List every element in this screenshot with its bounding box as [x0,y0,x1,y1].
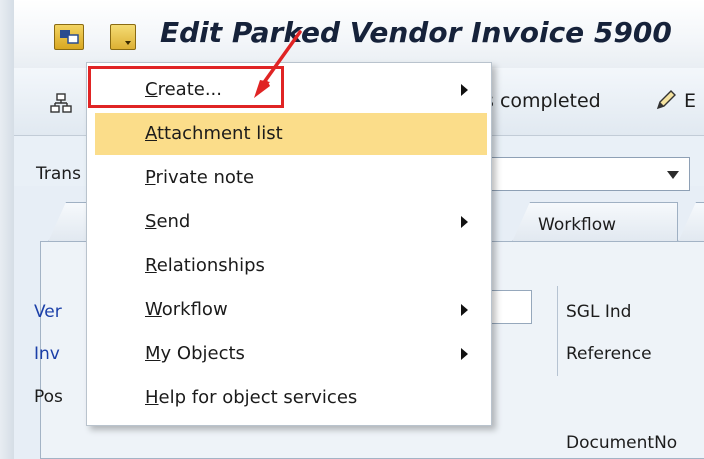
submenu-arrow-icon [461,216,468,228]
vendor-label: Ver [34,302,62,322]
documentno-label: DocumentNo [566,433,678,453]
save-as-completed-button[interactable]: s completed [484,90,601,112]
menu-item-label: Send [145,211,191,232]
menu-item-private-note[interactable]: Private note [87,157,491,199]
title-bar: Edit Parked Vendor Invoice 5900 [14,0,704,68]
object-services-glyph-icon [60,30,79,44]
chevron-down-icon[interactable] [667,171,679,179]
menu-item-label: My Objects [145,343,245,364]
menu-item-label: Workflow [145,299,228,320]
menu-item-help-object-services[interactable]: Help for object services [87,377,491,419]
toolbar-edge-text: E [684,90,697,112]
annotation-arrow-icon [254,30,302,98]
chevron-down-icon [125,41,131,45]
left-gutter [0,0,14,459]
menu-item-attachment-list[interactable]: Attachment list [95,113,487,155]
services-for-object-icon[interactable] [54,24,84,50]
submenu-arrow-icon [461,84,468,96]
menu-item-send[interactable]: Send [87,201,491,243]
submenu-arrow-icon [461,304,468,316]
object-services-dropdown-icon[interactable] [110,24,136,50]
submenu-arrow-icon [461,348,468,360]
menu-item-my-objects[interactable]: My Objects [87,333,491,375]
pencil-icon[interactable] [654,88,678,112]
column-divider [557,286,558,376]
transaction-label: Trans [36,164,81,184]
menu-item-label: Relationships [145,255,265,276]
posting-date-label: Pos [34,387,63,407]
reference-label: Reference [566,344,652,364]
invoice-date-label: Inv [34,344,60,364]
menu-item-workflow[interactable]: Workflow [87,289,491,331]
tab-next[interactable] [678,202,704,242]
page-title: Edit Parked Vendor Invoice 5900 [160,16,672,49]
menu-item-relationships[interactable]: Relationships [87,245,491,287]
menu-item-label: Help for object services [145,387,358,408]
tab-workflow-label: Workflow [538,215,617,235]
transaction-select[interactable] [490,157,690,191]
menu-item-label: Attachment list [145,123,283,144]
structure-icon[interactable] [50,92,72,114]
menu-item-label: Private note [145,167,255,188]
object-services-menu: Create... Attachment list Private note S… [86,62,492,426]
sgl-ind-label: SGL Ind [566,302,632,322]
